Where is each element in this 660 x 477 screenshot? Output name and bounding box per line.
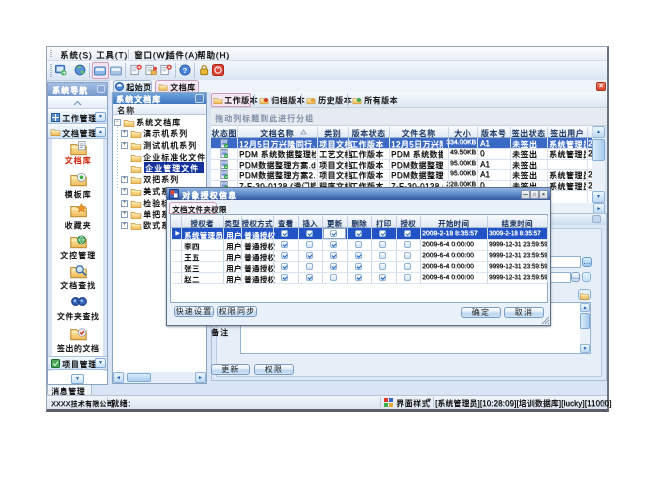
svg-text:?: ? — [183, 66, 188, 75]
